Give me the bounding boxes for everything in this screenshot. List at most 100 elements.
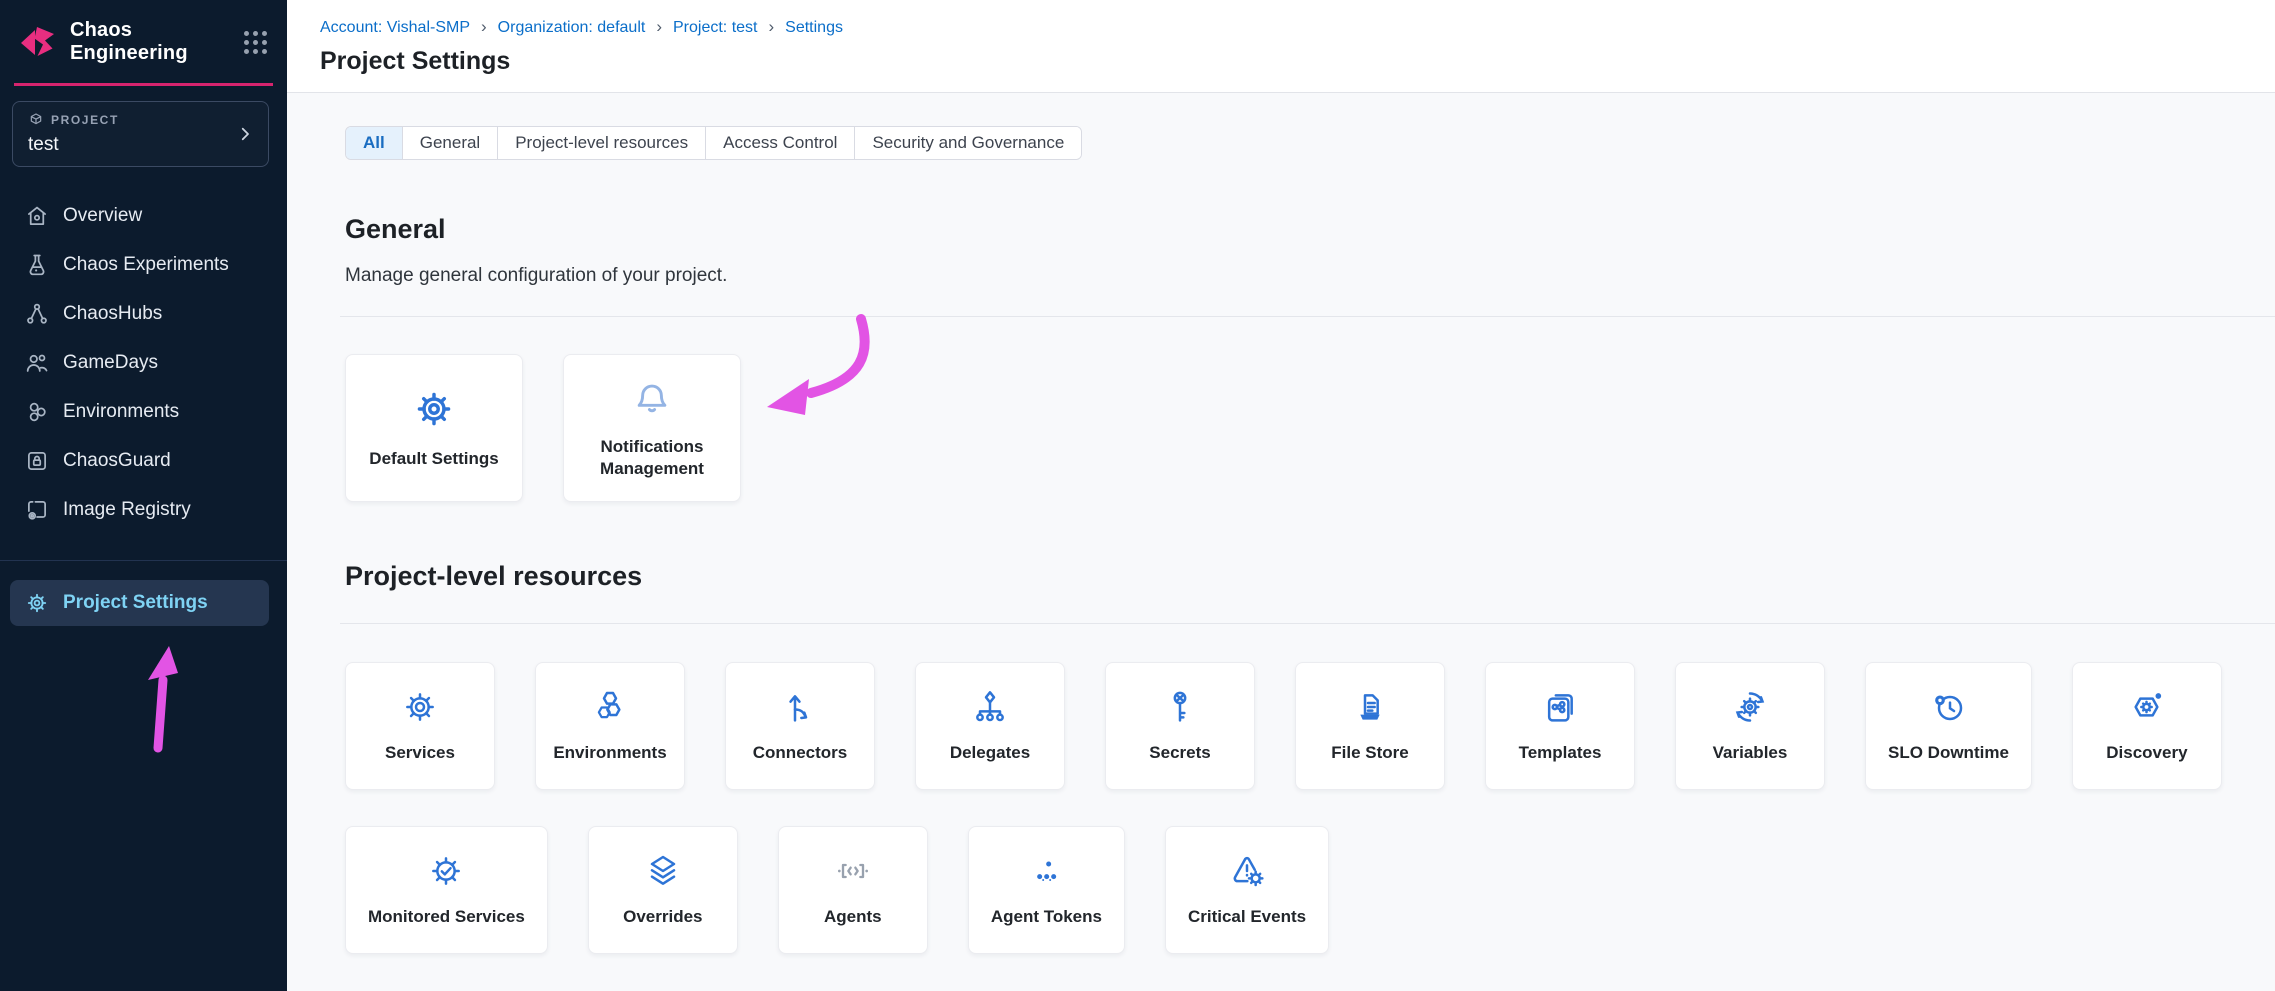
sidebar-item-chaosguard[interactable]: ChaosGuard xyxy=(0,436,287,485)
sidebar-divider xyxy=(0,560,287,561)
card-templates[interactable]: Templates xyxy=(1485,662,1635,790)
sidebar-item-chaoshubs[interactable]: ChaosHubs xyxy=(0,289,287,338)
general-cards-row: Default Settings Notifications Managemen… xyxy=(345,354,2275,502)
breadcrumb-settings[interactable]: Settings xyxy=(785,19,843,37)
sidebar-item-label: ChaosGuard xyxy=(63,450,171,472)
project-selector[interactable]: PROJECT test xyxy=(12,101,269,167)
section-divider xyxy=(340,316,2275,317)
general-section-description: Manage general configuration of your pro… xyxy=(345,265,2275,287)
delegates-hierarchy-icon xyxy=(970,687,1010,727)
pink-curved-arrow-annotation xyxy=(745,311,880,423)
monitored-services-gear-check-icon xyxy=(426,851,466,891)
card-label: Agent Tokens xyxy=(991,906,1102,928)
card-default-settings[interactable]: Default Settings xyxy=(345,354,523,502)
image-registry-icon xyxy=(24,497,50,523)
card-monitored-services[interactable]: Monitored Services xyxy=(345,826,548,954)
sidebar-item-label: Project Settings xyxy=(63,592,208,614)
sidebar-item-environments[interactable]: Environments xyxy=(0,387,287,436)
breadcrumb-organization[interactable]: Organization: default xyxy=(498,19,646,37)
harness-chaos-logo xyxy=(18,22,58,62)
page-title: Project Settings xyxy=(320,47,2275,76)
card-file-store[interactable]: File Store xyxy=(1295,662,1445,790)
card-critical-events[interactable]: Critical Events xyxy=(1165,826,1329,954)
breadcrumb-project[interactable]: Project: test xyxy=(673,19,757,37)
resources-cards-row-1: Services Environments xyxy=(345,662,2275,790)
main-body: All General Project-level resources Acce… xyxy=(287,93,2275,991)
sidebar-item-gamedays[interactable]: GameDays xyxy=(0,338,287,387)
lock-square-icon xyxy=(24,448,50,474)
card-agent-tokens[interactable]: Agent Tokens xyxy=(968,826,1125,954)
card-discovery[interactable]: Discovery xyxy=(2072,662,2222,790)
home-icon xyxy=(24,203,50,229)
card-services[interactable]: Services xyxy=(345,662,495,790)
flask-icon xyxy=(24,252,50,278)
sidebar-nav: Overview Chaos Experiments xyxy=(0,191,287,626)
tab-access-control[interactable]: Access Control xyxy=(705,127,854,159)
hub-network-icon xyxy=(24,301,50,327)
sidebar-item-project-settings[interactable]: Project Settings xyxy=(10,580,269,626)
grid-icon[interactable] xyxy=(244,31,267,54)
main-area: Account: Vishal-SMP › Organization: defa… xyxy=(287,0,2275,991)
card-label: File Store xyxy=(1331,742,1408,764)
gear-icon xyxy=(411,386,457,432)
breadcrumb-separator: › xyxy=(768,18,774,37)
chevron-right-icon xyxy=(236,125,254,143)
page-header: Account: Vishal-SMP › Organization: defa… xyxy=(287,0,2275,93)
project-name: test xyxy=(28,134,119,156)
connectors-branch-icon xyxy=(780,687,820,727)
critical-events-warning-icon xyxy=(1227,851,1267,891)
people-icon xyxy=(24,350,50,376)
pink-arrow-up-annotation xyxy=(132,636,194,756)
breadcrumb-separator: › xyxy=(481,18,487,37)
sidebar-header: Chaos Engineering xyxy=(0,0,287,84)
sidebar-item-label: Overview xyxy=(63,205,142,227)
card-label: Secrets xyxy=(1149,742,1210,764)
tab-security-and-governance[interactable]: Security and Governance xyxy=(854,127,1081,159)
key-icon xyxy=(1160,687,1200,727)
tab-all[interactable]: All xyxy=(346,127,402,159)
templates-stack-icon xyxy=(1540,687,1580,727)
card-overrides[interactable]: Overrides xyxy=(588,826,738,954)
brand-underline xyxy=(14,83,273,86)
sidebar-item-label: ChaosHubs xyxy=(63,303,162,325)
variables-gear-icon xyxy=(1730,687,1770,727)
card-delegates[interactable]: Delegates xyxy=(915,662,1065,790)
card-label: Default Settings xyxy=(369,448,498,470)
sidebar-item-overview[interactable]: Overview xyxy=(0,191,287,240)
card-label: Notifications Management xyxy=(582,436,722,480)
sidebar-item-chaos-experiments[interactable]: Chaos Experiments xyxy=(0,240,287,289)
tab-general[interactable]: General xyxy=(402,127,497,159)
sidebar: Chaos Engineering PROJECT test xyxy=(0,0,287,991)
cube-icon xyxy=(28,112,44,128)
gear-icon xyxy=(24,590,50,616)
services-gear-icon xyxy=(400,687,440,727)
card-label: Agents xyxy=(824,906,882,928)
file-store-icon xyxy=(1350,687,1390,727)
breadcrumb-separator: › xyxy=(656,18,662,37)
card-label: Monitored Services xyxy=(368,906,525,928)
sidebar-item-label: GameDays xyxy=(63,352,158,374)
card-label: Environments xyxy=(553,742,666,764)
card-environments[interactable]: Environments xyxy=(535,662,685,790)
card-label: SLO Downtime xyxy=(1888,742,2009,764)
card-label: Discovery xyxy=(2106,742,2187,764)
breadcrumb: Account: Vishal-SMP › Organization: defa… xyxy=(320,18,2275,37)
resources-cards-row-2: Monitored Services Overrides xyxy=(345,826,2275,954)
card-variables[interactable]: Variables xyxy=(1675,662,1825,790)
card-label: Variables xyxy=(1713,742,1788,764)
sidebar-item-image-registry[interactable]: Image Registry xyxy=(0,485,287,534)
card-slo-downtime[interactable]: SLO Downtime xyxy=(1865,662,2032,790)
section-divider xyxy=(340,623,2275,624)
resources-section-heading: Project-level resources xyxy=(345,561,2275,592)
card-label: Critical Events xyxy=(1188,906,1306,928)
slo-downtime-clock-icon xyxy=(1928,687,1968,727)
card-notifications-management[interactable]: Notifications Management xyxy=(563,354,741,502)
card-agents[interactable]: Agents xyxy=(778,826,928,954)
app-title: Chaos Engineering xyxy=(70,19,244,65)
environments-hex-icon xyxy=(590,687,630,727)
breadcrumb-account[interactable]: Account: Vishal-SMP xyxy=(320,19,470,37)
sidebar-item-label: Environments xyxy=(63,401,179,423)
card-secrets[interactable]: Secrets xyxy=(1105,662,1255,790)
tab-project-level-resources[interactable]: Project-level resources xyxy=(497,127,705,159)
card-connectors[interactable]: Connectors xyxy=(725,662,875,790)
